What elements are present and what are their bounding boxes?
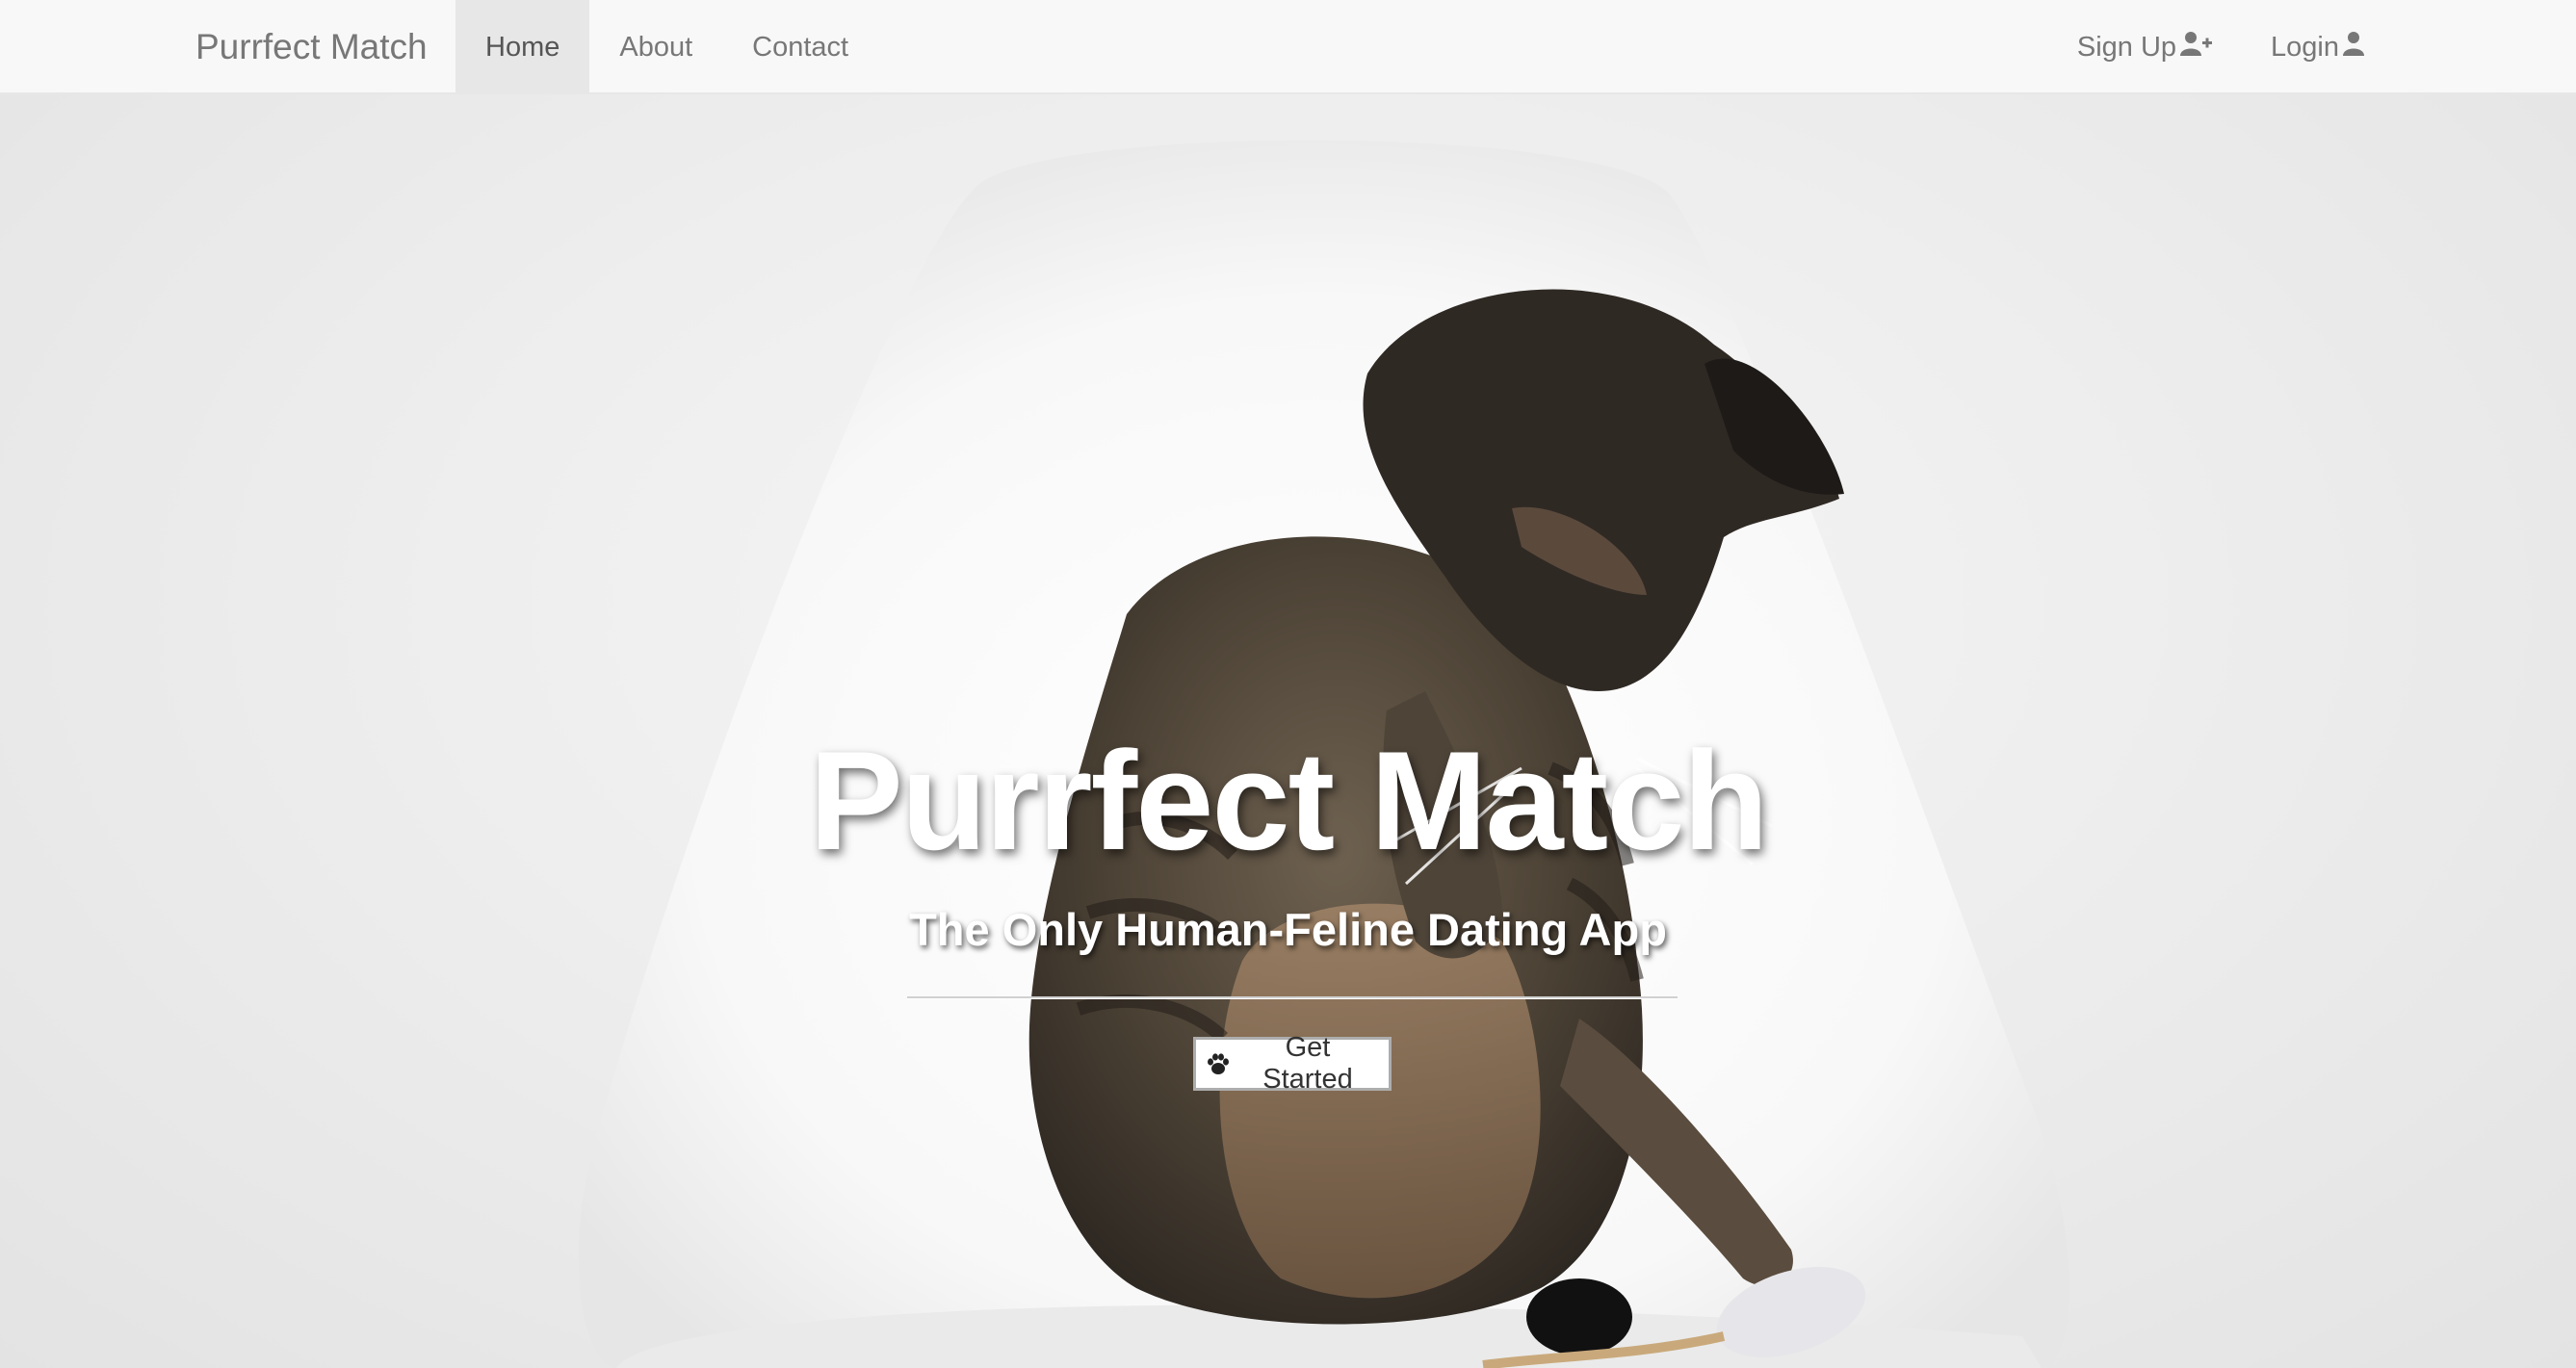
brand-link[interactable]: Purrfect Match (195, 0, 428, 94)
user-plus-icon (2180, 0, 2213, 94)
get-started-label: Get Started (1262, 1032, 1353, 1095)
nav-sign-up[interactable]: Sign Up (2019, 0, 2213, 94)
nav-login[interactable]: Login (2213, 0, 2364, 94)
user-icon (2343, 0, 2364, 94)
sign-up-label: Sign Up (2076, 32, 2177, 63)
hero-section: Purrfect Match The Only Human-Feline Dat… (0, 94, 2576, 1368)
nav-home[interactable]: Home (455, 0, 590, 94)
get-started-button[interactable]: Get Started (1193, 1032, 1392, 1095)
login-label: Login (2271, 32, 2339, 63)
nav-left: Home About Contact (455, 0, 878, 94)
nav-about[interactable]: About (589, 0, 722, 94)
paw-icon (1206, 1052, 1231, 1075)
nav-right: Sign Up Login (2019, 0, 2364, 94)
nav-contact[interactable]: Contact (722, 0, 878, 94)
hero-title: Purrfect Match (809, 722, 1768, 879)
navbar: Purrfect Match Home About Contact Sign U… (0, 0, 2576, 94)
hero-content: Purrfect Match The Only Human-Feline Dat… (0, 94, 2576, 1368)
hero-divider (907, 996, 1678, 999)
hero-subtitle: The Only Human-Feline Dating App (909, 904, 1667, 955)
